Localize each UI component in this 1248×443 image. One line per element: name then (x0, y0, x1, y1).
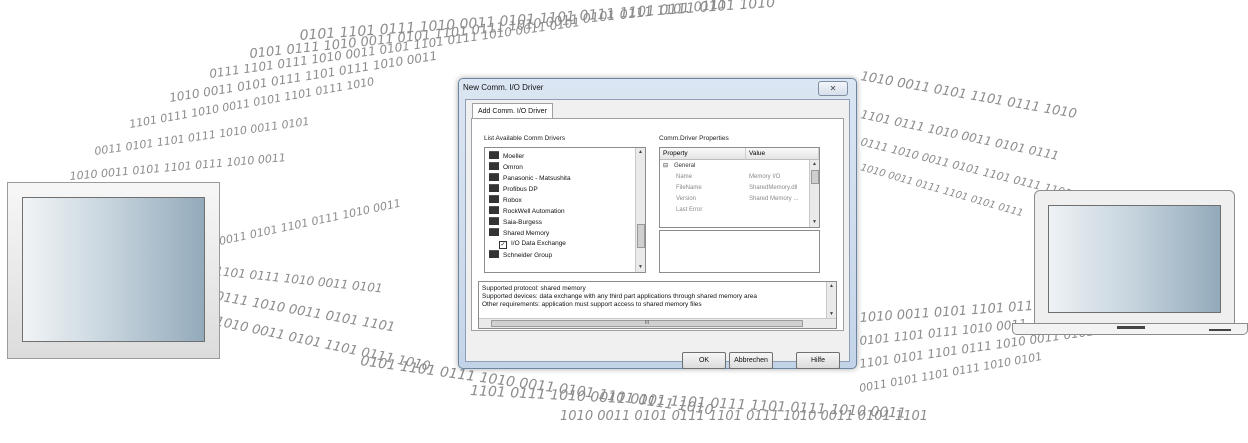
tab-panel: List Available Comm Drivers Comm.Driver … (471, 118, 844, 331)
properties-label: Comm.Driver Properties (659, 135, 729, 142)
folder-icon (489, 151, 499, 159)
new-comm-io-driver-dialog: New Comm. I/O Driver ✕ Add Comm. I/O Dri… (458, 78, 857, 369)
cancel-button[interactable]: Abbrechen (729, 352, 773, 369)
column-header-property[interactable]: Property (660, 148, 746, 160)
scroll-down-icon[interactable]: ▼ (810, 218, 819, 227)
list-label: List Available Comm Drivers (484, 135, 566, 142)
folder-icon (489, 250, 499, 258)
dialog-client-area: Add Comm. I/O Driver List Available Comm… (465, 99, 850, 369)
info-requirements: Other requirements: application must sup… (482, 301, 702, 308)
scroll-thumb[interactable] (811, 170, 819, 184)
column-header-value[interactable]: Value (746, 148, 819, 160)
scroll-down-icon[interactable]: ▼ (636, 263, 645, 272)
list-item-selected[interactable]: ✓ I/O Data Exchange (499, 239, 566, 249)
info-devices: Supported devices: data exchange with an… (482, 293, 757, 300)
list-item[interactable]: Profibus DP (489, 184, 538, 194)
folder-icon (489, 217, 499, 225)
property-row[interactable]: Version Shared Memory ... (660, 194, 810, 204)
dialog-title: New Comm. I/O Driver (463, 83, 544, 92)
binary-line: 1101 0111 1010 0011 0101 (215, 264, 383, 295)
property-row[interactable]: Name Memory I/O (660, 172, 810, 182)
scroll-thumb[interactable] (637, 224, 645, 248)
scroll-up-icon[interactable]: ▲ (827, 282, 836, 291)
list-item[interactable]: RockWell Automation (489, 206, 565, 216)
list-item[interactable]: Saia-Burgess (489, 217, 542, 227)
monitor-icon (7, 182, 220, 359)
scroll-thumb[interactable]: III (491, 320, 803, 327)
ok-button[interactable]: OK (682, 352, 726, 369)
property-row[interactable]: Last Error (660, 205, 810, 215)
list-item[interactable]: Shared Memory (489, 228, 549, 238)
property-grid[interactable]: Property Value ⊟ General Name Memory I/O … (659, 147, 820, 228)
close-button[interactable]: ✕ (818, 81, 848, 96)
folder-icon (489, 228, 499, 236)
touchpad (1117, 326, 1145, 329)
folder-icon (489, 195, 499, 203)
property-group-general[interactable]: ⊟ General (660, 161, 810, 171)
scroll-up-icon[interactable]: ▲ (810, 160, 819, 169)
close-icon: ✕ (829, 84, 837, 93)
folder-icon (489, 162, 499, 170)
folder-icon (489, 173, 499, 181)
list-item[interactable]: Robox (489, 195, 522, 205)
status-led (1209, 329, 1231, 331)
folder-icon (489, 206, 499, 214)
collapse-icon[interactable]: ⊟ (663, 161, 668, 171)
list-item[interactable]: Moeller (489, 151, 524, 161)
property-description (659, 230, 820, 273)
binary-line: 1010 0011 0101 0111 1101 0111 1010 0011 … (560, 409, 928, 424)
list-item[interactable]: Omron (489, 162, 523, 172)
binary-line: 0011 0101 1101 0111 1010 0011 (218, 197, 402, 248)
checkbox-icon[interactable]: ✓ (499, 241, 507, 249)
info-protocol: Supported protocol: shared memory (482, 285, 586, 292)
info-hscrollbar[interactable]: III (479, 318, 836, 328)
help-button[interactable]: Hilfe (796, 352, 840, 369)
info-vscrollbar[interactable]: ▲ ▼ (826, 282, 836, 319)
driver-info-box[interactable]: Supported protocol: shared memory Suppor… (478, 281, 837, 329)
list-scrollbar[interactable]: ▲ ▼ (635, 148, 645, 272)
driver-list[interactable]: Moeller Omron Panasonic - Matsushita Pro… (484, 147, 646, 273)
tab-add-comm-io-driver[interactable]: Add Comm. I/O Driver (472, 103, 553, 119)
property-scrollbar[interactable]: ▲ ▼ (809, 160, 819, 227)
laptop-icon (1034, 190, 1235, 324)
list-item[interactable]: Panasonic - Matsushita (489, 173, 571, 183)
folder-icon (489, 184, 499, 192)
laptop-base (1012, 323, 1248, 335)
list-item[interactable]: Schneider Group (489, 250, 552, 260)
scroll-up-icon[interactable]: ▲ (636, 148, 645, 157)
property-row[interactable]: FileName SharedMemory.dll (660, 183, 810, 193)
monitor-screen (22, 197, 205, 342)
laptop-screen (1048, 205, 1221, 313)
